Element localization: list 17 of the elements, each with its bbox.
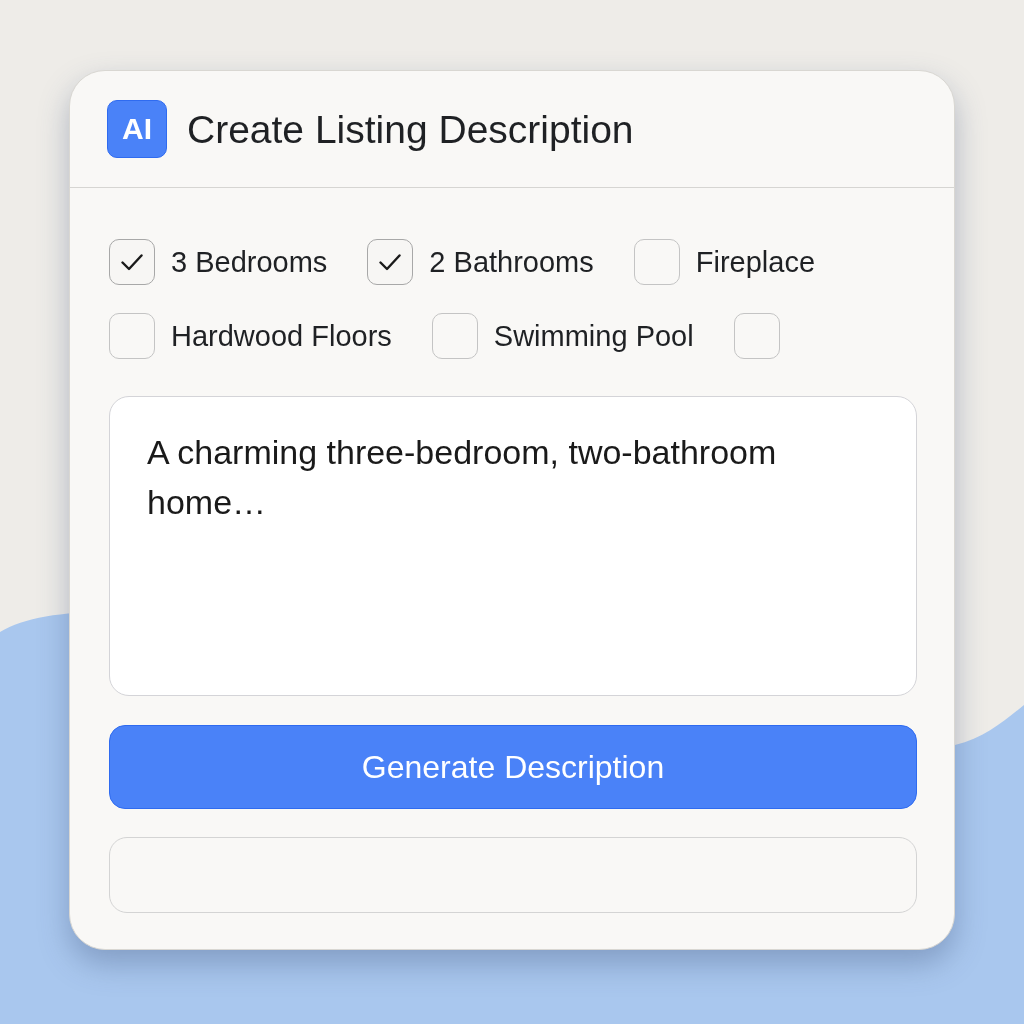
checkmark-icon bbox=[379, 253, 402, 271]
checkbox[interactable] bbox=[733, 313, 780, 359]
description-field[interactable]: A charming three-bedroom, two-bathroom home… bbox=[109, 396, 917, 696]
checkbox-label[interactable]: Fireplace bbox=[695, 247, 816, 277]
checkbox-label[interactable]: 2 Bathrooms bbox=[429, 247, 594, 277]
checkmark-icon bbox=[121, 253, 143, 271]
checkbox[interactable] bbox=[109, 239, 155, 285]
checkbox-label[interactable]: Swimming Pool bbox=[493, 321, 694, 351]
checkbox-label[interactable]: Hardwood Floors bbox=[171, 321, 392, 351]
checkbox[interactable] bbox=[633, 239, 680, 285]
checkbox[interactable] bbox=[431, 313, 478, 359]
checkbox[interactable] bbox=[367, 239, 414, 285]
checkbox-label[interactable]: 3 Bedrooms bbox=[171, 247, 328, 277]
generate-button[interactable]: Generate Description bbox=[109, 725, 917, 809]
dialog-title: Create Listing Description bbox=[187, 109, 634, 149]
checkbox[interactable] bbox=[109, 313, 155, 359]
ai-badge: AI bbox=[107, 100, 167, 158]
